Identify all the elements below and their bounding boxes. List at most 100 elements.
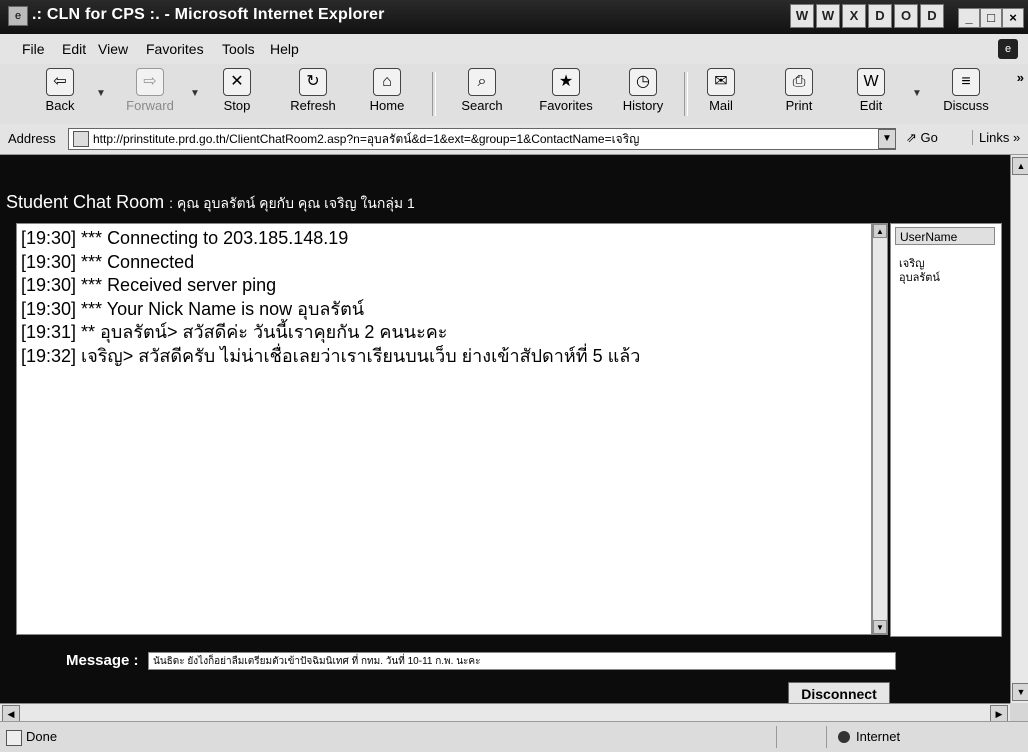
home-icon: ⌂ (373, 68, 401, 96)
toolbar-separator (684, 72, 688, 116)
status-text: Done (26, 729, 58, 744)
go-button[interactable]: ⇗ Go (906, 130, 938, 146)
user-list: UserName เจริญ อุบลรัตน์ (890, 223, 1002, 637)
printer-icon: ⎙ (785, 68, 813, 96)
room-title-text: Student Chat Room (6, 192, 165, 212)
scroll-up-arrow[interactable]: ▲ (1012, 157, 1028, 175)
chat-room-title: Student Chat Room : คุณ อุบลรัตน์ คุยกับ… (6, 192, 415, 215)
chat-line: [19:30] *** Connected (21, 251, 195, 272)
ie-app-icon: e (8, 6, 28, 26)
window-title: .: CLN for CPS :. - Microsoft Internet E… (32, 6, 385, 23)
edit-button[interactable]: W Edit (846, 66, 896, 122)
history-label: History (622, 98, 664, 113)
menu-file[interactable]: File (22, 41, 45, 57)
scroll-down-arrow[interactable]: ▼ (1012, 683, 1028, 701)
chat-line: [19:30] *** Your Nick Name is now อุบลรั… (21, 298, 365, 319)
page-vertical-scrollbar[interactable]: ▲ ▼ (1010, 155, 1028, 703)
chat-line: [19:31] ** อุบลรัตน์> สวัสดีค่ะ วันนี้เร… (21, 322, 448, 342)
forward-label: Forward (126, 98, 174, 113)
ie-throbber-icon: e (998, 39, 1018, 59)
stop-icon: ✕ (223, 68, 251, 96)
edit-label: Edit (859, 98, 883, 113)
stop-label: Stop (223, 98, 251, 113)
tray-icon-1[interactable]: W (790, 4, 814, 28)
discuss-icon: ≡ (952, 68, 980, 96)
page-horizontal-scrollbar[interactable]: ◀ ▶ (0, 703, 1010, 723)
history-button[interactable]: ◷ History (612, 66, 674, 122)
chat-line: [19:30] *** Connecting to 203.185.148.19 (21, 228, 349, 248)
page-done-icon (6, 730, 22, 746)
address-dropdown-button[interactable]: ▼ (878, 129, 896, 149)
message-input[interactable]: นันธิดะ ยังไงก็อย่าลืมเตรียมตัวเข้าปัจฉิ… (148, 652, 896, 670)
toolbar-overflow-chevron[interactable]: » (1017, 70, 1024, 85)
menu-favorites[interactable]: Favorites (146, 41, 204, 57)
user-list-item[interactable]: อุบลรัตน์ (899, 268, 940, 286)
chat-log-scrollbar[interactable]: ▲ ▼ (872, 223, 888, 635)
go-label: Go (920, 130, 938, 145)
security-zone-label: Internet (856, 729, 901, 744)
menu-tools[interactable]: Tools (222, 41, 255, 57)
history-icon: ◷ (629, 68, 657, 96)
status-bar: Done Internet (0, 721, 1028, 752)
refresh-label: Refresh (290, 98, 336, 113)
menu-help[interactable]: Help (270, 41, 299, 57)
mail-button[interactable]: ✉ Mail (696, 66, 746, 122)
tray-icon-5[interactable]: O (894, 4, 918, 28)
forward-arrow-icon: ⇨ (136, 68, 164, 96)
standard-toolbar: ⇦ Back ▼ ⇨ Forward ▼ ✕ Stop ↻ Refresh ⌂ … (0, 64, 1028, 125)
tray-icon-3[interactable]: X (842, 4, 866, 28)
tray-icon-4[interactable]: D (868, 4, 892, 28)
refresh-icon: ↻ (299, 68, 327, 96)
internet-zone-icon (838, 731, 850, 743)
favorites-button[interactable]: ★ Favorites (528, 66, 604, 122)
search-label: Search (461, 98, 503, 113)
room-subtitle: : คุณ อุบลรัตน์ คุยกับ คุณ เจริญ ในกลุ่ม… (169, 195, 415, 211)
discuss-label: Discuss (943, 98, 989, 113)
title-bar: e .: CLN for CPS :. - Microsoft Internet… (0, 0, 1028, 34)
stop-button[interactable]: ✕ Stop (212, 66, 262, 122)
scrollbar-corner (1010, 703, 1028, 721)
user-list-header[interactable]: UserName (895, 227, 995, 245)
print-button[interactable]: ⎙ Print (774, 66, 824, 122)
links-button[interactable]: Links » (972, 130, 1020, 145)
forward-button[interactable]: ⇨ Forward (118, 66, 182, 122)
refresh-button[interactable]: ↻ Refresh (284, 66, 342, 122)
search-icon: ⌕ (468, 68, 496, 96)
back-button[interactable]: ⇦ Back (30, 66, 90, 122)
disconnect-button[interactable]: Disconnect (788, 682, 890, 704)
back-dropdown-arrow[interactable]: ▼ (96, 88, 106, 99)
chat-scroll-down-arrow[interactable]: ▼ (873, 620, 887, 634)
menu-bar: File Edit View Favorites Tools Help e (0, 34, 1028, 65)
address-url: http://prinstitute.prd.go.th/ClientChatR… (93, 132, 640, 146)
menu-edit[interactable]: Edit (62, 41, 86, 57)
chat-line: [19:30] *** Received server ping (21, 275, 277, 295)
favorites-folder-icon: ★ (552, 68, 580, 96)
status-separator (776, 726, 777, 748)
back-label: Back (45, 98, 75, 113)
address-label: Address (8, 131, 56, 146)
home-button[interactable]: ⌂ Home (362, 66, 412, 122)
forward-dropdown-arrow[interactable]: ▼ (190, 88, 200, 99)
chat-log[interactable]: [19:30] *** Connecting to 203.185.148.19… (16, 223, 872, 635)
page-content: Student Chat Room : คุณ อุบลรัตน์ คุยกับ… (0, 155, 1010, 704)
close-button[interactable]: × (1002, 8, 1024, 28)
print-label: Print (785, 98, 813, 113)
address-bar: Address http://prinstitute.prd.go.th/Cli… (0, 124, 1028, 155)
go-arrow-icon: ⇗ (906, 130, 921, 145)
mail-icon: ✉ (707, 68, 735, 96)
status-separator (826, 726, 827, 748)
edit-dropdown-arrow[interactable]: ▼ (912, 88, 922, 99)
discuss-button[interactable]: ≡ Discuss (934, 66, 998, 122)
menu-view[interactable]: View (98, 41, 128, 57)
chat-line: [19:32] เจริญ> สวัสดีครับ ไม่น่าเชื่อเลย… (21, 345, 641, 366)
tray-icon-2[interactable]: W (816, 4, 840, 28)
page-icon (73, 131, 89, 147)
chat-scroll-up-arrow[interactable]: ▲ (873, 224, 887, 238)
search-button[interactable]: ⌕ Search (452, 66, 512, 122)
minimize-button[interactable]: _ (958, 8, 980, 28)
maximize-button[interactable]: □ (980, 8, 1002, 28)
back-arrow-icon: ⇦ (46, 68, 74, 96)
tray-icon-6[interactable]: D (920, 4, 944, 28)
address-input[interactable]: http://prinstitute.prd.go.th/ClientChatR… (68, 128, 896, 150)
favorites-label: Favorites (539, 98, 593, 113)
